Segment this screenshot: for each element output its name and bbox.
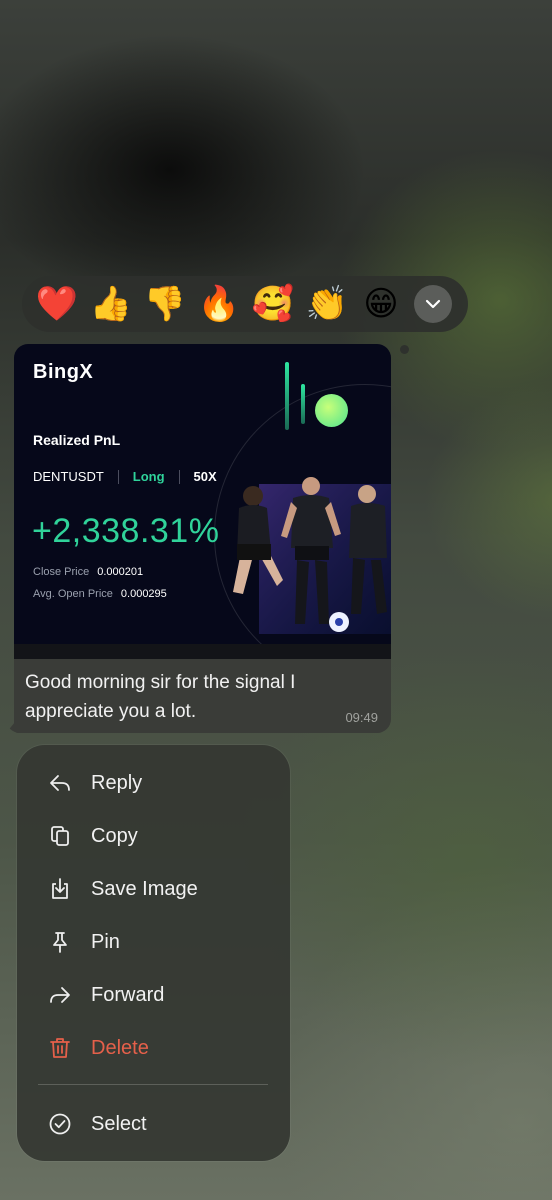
menu-item-forward[interactable]: Forward xyxy=(17,971,290,1019)
logo-bar xyxy=(301,384,305,424)
trade-info-row: DENTUSDT Long 50X xyxy=(33,469,217,484)
message-text: Good morning sir for the signal I apprec… xyxy=(25,672,296,722)
menu-item-reply[interactable]: Reply xyxy=(17,759,290,807)
menu-item-pin[interactable]: Pin xyxy=(17,918,290,966)
pnl-percent: +2,338.31% xyxy=(32,512,220,550)
save-image-icon xyxy=(52,878,68,899)
message-photo[interactable]: BingX Realized PnL DENTUSDT Long 50X +2,… xyxy=(14,344,391,659)
reply-icon xyxy=(50,775,70,791)
menu-item-delete[interactable]: Delete xyxy=(17,1024,290,1072)
reaction-smiling-face-with-hearts[interactable]: 🥰 xyxy=(246,276,300,332)
menu-item-label: Delete xyxy=(91,1036,149,1059)
reaction-bar-tail xyxy=(400,345,409,354)
avg-open-label: Avg. Open Price xyxy=(33,588,113,600)
reaction-red-heart[interactable]: ❤️ xyxy=(30,276,84,332)
close-price-label: Close Price xyxy=(33,566,90,578)
menu-item-label: Save Image xyxy=(91,877,198,900)
reaction-bar: ❤️ 👍 👎 🔥 🥰 👏 😁 xyxy=(22,276,468,332)
menu-item-select[interactable]: Select xyxy=(17,1100,290,1148)
brand-logo: BingX xyxy=(33,361,94,383)
context-menu: Reply Copy Save Image Pin Forward Delete xyxy=(17,745,290,1161)
trade-direction: Long xyxy=(132,469,165,484)
menu-item-label: Forward xyxy=(91,983,165,1006)
menu-item-label: Copy xyxy=(91,824,138,847)
menu-item-save-image[interactable]: Save Image xyxy=(17,865,290,913)
menu-item-label: Select xyxy=(91,1112,147,1135)
pin-icon xyxy=(53,932,67,953)
reaction-thumbs-down[interactable]: 👎 xyxy=(138,276,192,332)
photo-bottom-strip xyxy=(14,644,391,659)
message-bubble[interactable]: BingX Realized PnL DENTUSDT Long 50X +2,… xyxy=(14,344,391,733)
pnl-title: Realized PnL xyxy=(33,432,121,448)
leverage: 50X xyxy=(193,469,217,484)
menu-divider xyxy=(38,1084,268,1085)
close-price-row: Close Price 0.000201 xyxy=(33,566,143,578)
divider xyxy=(178,469,180,484)
close-price-value: 0.000201 xyxy=(97,566,144,578)
trash-icon xyxy=(50,1038,70,1058)
reaction-fire[interactable]: 🔥 xyxy=(192,276,246,332)
menu-item-copy[interactable]: Copy xyxy=(17,812,290,860)
menu-item-label: Pin xyxy=(91,930,120,953)
reaction-thumbs-up[interactable]: 👍 xyxy=(84,276,138,332)
chevron-down-icon xyxy=(425,299,441,309)
copy-icon xyxy=(51,826,69,846)
forward-icon xyxy=(50,987,70,1003)
players-illustration xyxy=(233,477,391,634)
message-time: 09:49 xyxy=(345,710,378,725)
reaction-beaming-face[interactable]: 😁 xyxy=(354,276,408,332)
avg-open-row: Avg. Open Price 0.000295 xyxy=(33,588,167,600)
logo-bar xyxy=(285,362,289,430)
avg-open-value: 0.000295 xyxy=(120,588,167,600)
check-circle-icon xyxy=(49,1113,71,1135)
menu-item-label: Reply xyxy=(91,771,143,794)
trading-pair: DENTUSDT xyxy=(33,469,104,484)
reaction-clapping-hands[interactable]: 👏 xyxy=(300,276,354,332)
more-reactions-button[interactable] xyxy=(414,285,452,323)
logo-ball xyxy=(315,394,348,427)
divider xyxy=(117,469,119,484)
